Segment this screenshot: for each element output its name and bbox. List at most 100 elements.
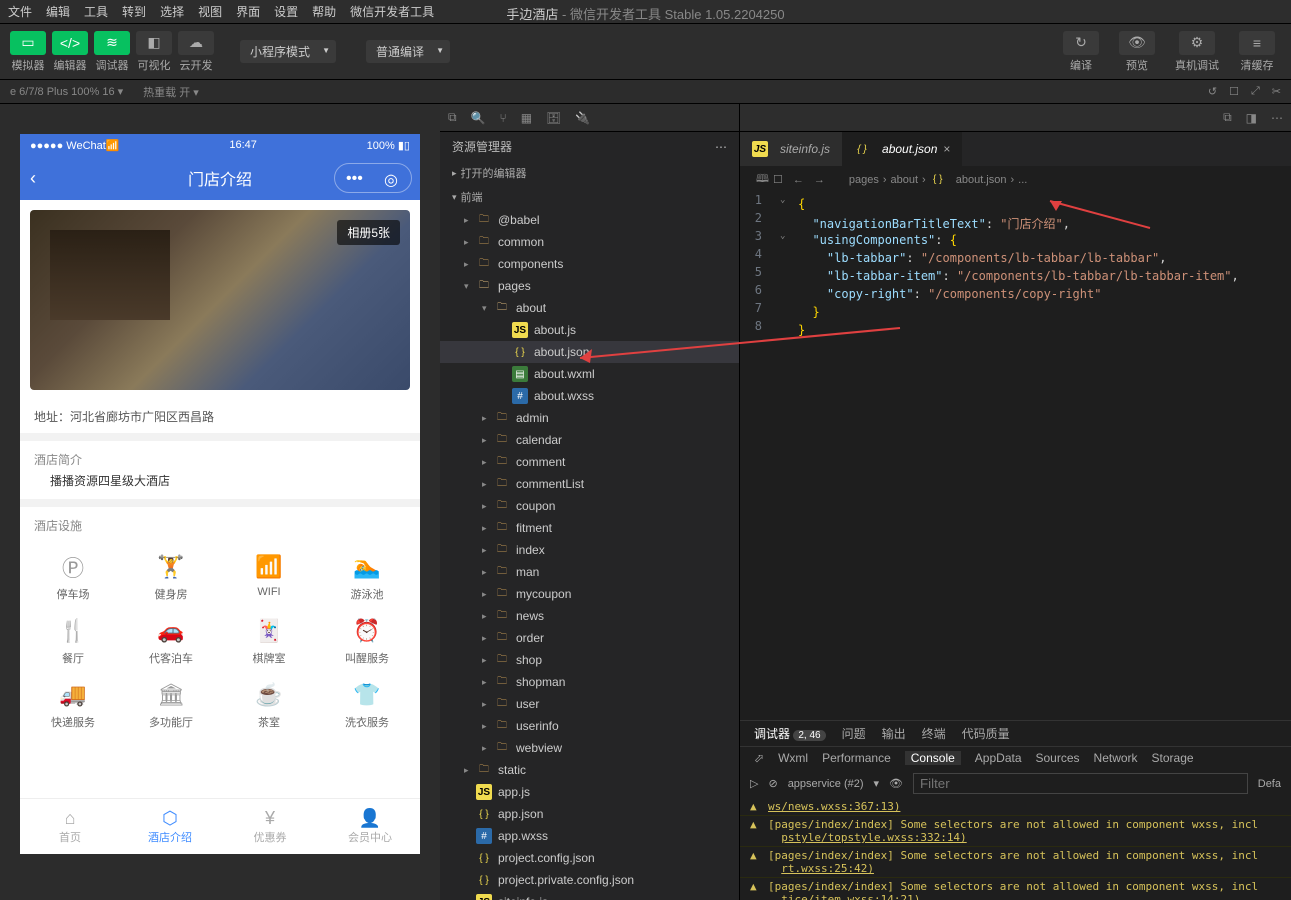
context-select[interactable]: appservice (#2) — [788, 778, 864, 790]
facility-3[interactable]: 🏊游泳池 — [318, 544, 416, 608]
close-icon[interactable]: × — [943, 142, 950, 156]
facility-0[interactable]: Ⓟ停车场 — [24, 544, 122, 608]
subtab-console[interactable]: Console — [905, 751, 961, 765]
collapse-icon[interactable]: ▷ — [750, 777, 758, 790]
open-editors[interactable]: 打开的编辑器 — [440, 161, 739, 185]
breadcrumb[interactable]: 🕮 ☐ ←→ pages › about › { }about.json › .… — [740, 166, 1291, 193]
project-root[interactable]: 前端 — [440, 185, 739, 209]
eye-icon[interactable]: 👁 — [889, 777, 903, 790]
more-editor-icon[interactable]: ⋯ — [1271, 111, 1283, 125]
preview-button[interactable]: 👁 — [1119, 31, 1155, 55]
facility-9[interactable]: 🏛多功能厅 — [122, 672, 220, 736]
filter-input[interactable] — [913, 773, 1248, 794]
console-tab-issues[interactable]: 问题 — [842, 725, 866, 742]
editor-button[interactable]: </> — [52, 31, 88, 55]
tree-admin[interactable]: ▸🗀admin — [440, 407, 739, 429]
subtab-network[interactable]: Network — [1094, 751, 1138, 765]
search-icon[interactable]: 🔍 — [471, 111, 486, 125]
tree-shopman[interactable]: ▸🗀shopman — [440, 671, 739, 693]
menu-help[interactable]: 帮助 — [312, 3, 336, 20]
facility-11[interactable]: 👕洗衣服务 — [318, 672, 416, 736]
star-icon[interactable]: ☐ — [773, 173, 783, 186]
inspect-icon[interactable]: ⬀ — [754, 751, 764, 765]
debugger-button[interactable]: ≋ — [94, 31, 130, 55]
simulator-button[interactable]: ▭ — [10, 31, 46, 55]
tree-app.json[interactable]: { }app.json — [440, 803, 739, 825]
console-tab-terminal[interactable]: 终端 — [922, 725, 946, 742]
console-tab-output[interactable]: 输出 — [882, 725, 906, 742]
tree-calendar[interactable]: ▸🗀calendar — [440, 429, 739, 451]
facility-1[interactable]: 🏋健身房 — [122, 544, 220, 608]
tree-app.wxss[interactable]: #app.wxss — [440, 825, 739, 847]
clear-icon[interactable]: ⊘ — [768, 777, 777, 790]
tree-project.private.config.json[interactable]: { }project.private.config.json — [440, 869, 739, 891]
hotreload-toggle[interactable]: 热重载 开 ▾ — [143, 84, 199, 100]
tree-about.wxss[interactable]: #about.wxss — [440, 385, 739, 407]
ext-icon[interactable]: ▦ — [521, 111, 532, 125]
tree-fitment[interactable]: ▸🗀fitment — [440, 517, 739, 539]
tab-siteinfo[interactable]: JSsiteinfo.js — [740, 132, 842, 166]
capsule[interactable]: •••◎ — [334, 163, 412, 193]
facility-10[interactable]: ☕茶室 — [220, 672, 318, 736]
tab-2[interactable]: ¥优惠券 — [220, 799, 320, 854]
menu-edit[interactable]: 编辑 — [46, 3, 70, 20]
tab-1[interactable]: ⬡酒店介绍 — [120, 799, 220, 854]
facility-5[interactable]: 🚗代客泊车 — [122, 608, 220, 672]
subtab-wxml[interactable]: Wxml — [778, 751, 808, 765]
console-tab-quality[interactable]: 代码质量 — [962, 725, 1010, 742]
tree-shop[interactable]: ▸🗀shop — [440, 649, 739, 671]
album-badge[interactable]: 相册5张 — [337, 220, 400, 245]
menu-settings[interactable]: 设置 — [274, 3, 298, 20]
tree-common[interactable]: ▸🗀common — [440, 231, 739, 253]
facility-7[interactable]: ⏰叫醒服务 — [318, 608, 416, 672]
tree-siteinfo.js[interactable]: JSsiteinfo.js — [440, 891, 739, 900]
menu-ui[interactable]: 界面 — [236, 3, 260, 20]
tree-project.config.json[interactable]: { }project.config.json — [440, 847, 739, 869]
tree-index[interactable]: ▸🗀index — [440, 539, 739, 561]
tree-coupon[interactable]: ▸🗀coupon — [440, 495, 739, 517]
facility-6[interactable]: 🃏棋牌室 — [220, 608, 318, 672]
menu-select[interactable]: 选择 — [160, 3, 184, 20]
menu-file[interactable]: 文件 — [8, 3, 32, 20]
tree-webview[interactable]: ▸🗀webview — [440, 737, 739, 759]
compile-select[interactable]: 普通编译 — [366, 40, 450, 63]
back-icon[interactable]: ‹ — [30, 168, 36, 189]
code-editor[interactable]: 12345678 ⌄⌄ { "navigationBarTitleText": … — [740, 193, 1291, 345]
subtab-storage[interactable]: Storage — [1152, 751, 1194, 765]
phone-icon[interactable]: ☐ — [1229, 85, 1239, 98]
plug-icon[interactable]: 🔌 — [575, 111, 590, 125]
tree-user[interactable]: ▸🗀user — [440, 693, 739, 715]
tree-commentList[interactable]: ▸🗀commentList — [440, 473, 739, 495]
subtab-performance[interactable]: Performance — [822, 751, 891, 765]
split-icon[interactable]: ◨ — [1246, 111, 1257, 125]
tab-3[interactable]: 👤会员中心 — [320, 799, 420, 854]
more-icon[interactable]: ⋯ — [715, 140, 727, 154]
tree-order[interactable]: ▸🗀order — [440, 627, 739, 649]
tree-comment[interactable]: ▸🗀comment — [440, 451, 739, 473]
menu-goto[interactable]: 转到 — [122, 3, 146, 20]
subtab-sources[interactable]: Sources — [1036, 751, 1080, 765]
toggle-icon[interactable]: ↺ — [1208, 85, 1217, 98]
menu-view[interactable]: 视图 — [198, 3, 222, 20]
device-select[interactable]: e 6/7/8 Plus 100% 16 ▾ — [10, 85, 123, 98]
compile-button[interactable]: ↻ — [1063, 31, 1099, 55]
tab-0[interactable]: ⌂首页 — [20, 799, 120, 854]
tree-man[interactable]: ▸🗀man — [440, 561, 739, 583]
menu-devtools[interactable]: 微信开发者工具 — [350, 3, 434, 20]
tree-pages[interactable]: ▾🗀pages — [440, 275, 739, 297]
tab-about-json[interactable]: { }about.json× — [842, 132, 962, 166]
tree-app.js[interactable]: JSapp.js — [440, 781, 739, 803]
bookmark-icon[interactable]: 🕮 — [756, 170, 769, 189]
mode-select[interactable]: 小程序模式 — [240, 40, 336, 63]
menu-tools[interactable]: 工具 — [84, 3, 108, 20]
subtab-appdata[interactable]: AppData — [975, 751, 1022, 765]
compare-icon[interactable]: ⧉ — [1223, 110, 1232, 125]
branch-icon[interactable]: ⑂ — [500, 111, 507, 125]
remote-debug-button[interactable]: ⚙ — [1179, 31, 1215, 55]
facility-4[interactable]: 🍴餐厅 — [24, 608, 122, 672]
tree-mycoupon[interactable]: ▸🗀mycoupon — [440, 583, 739, 605]
db-icon[interactable]: 🗄 — [546, 111, 561, 125]
facility-8[interactable]: 🚚快递服务 — [24, 672, 122, 736]
tree-about.js[interactable]: JSabout.js — [440, 319, 739, 341]
console-tab-debugger[interactable]: 调试器 2, 46 — [754, 725, 826, 742]
